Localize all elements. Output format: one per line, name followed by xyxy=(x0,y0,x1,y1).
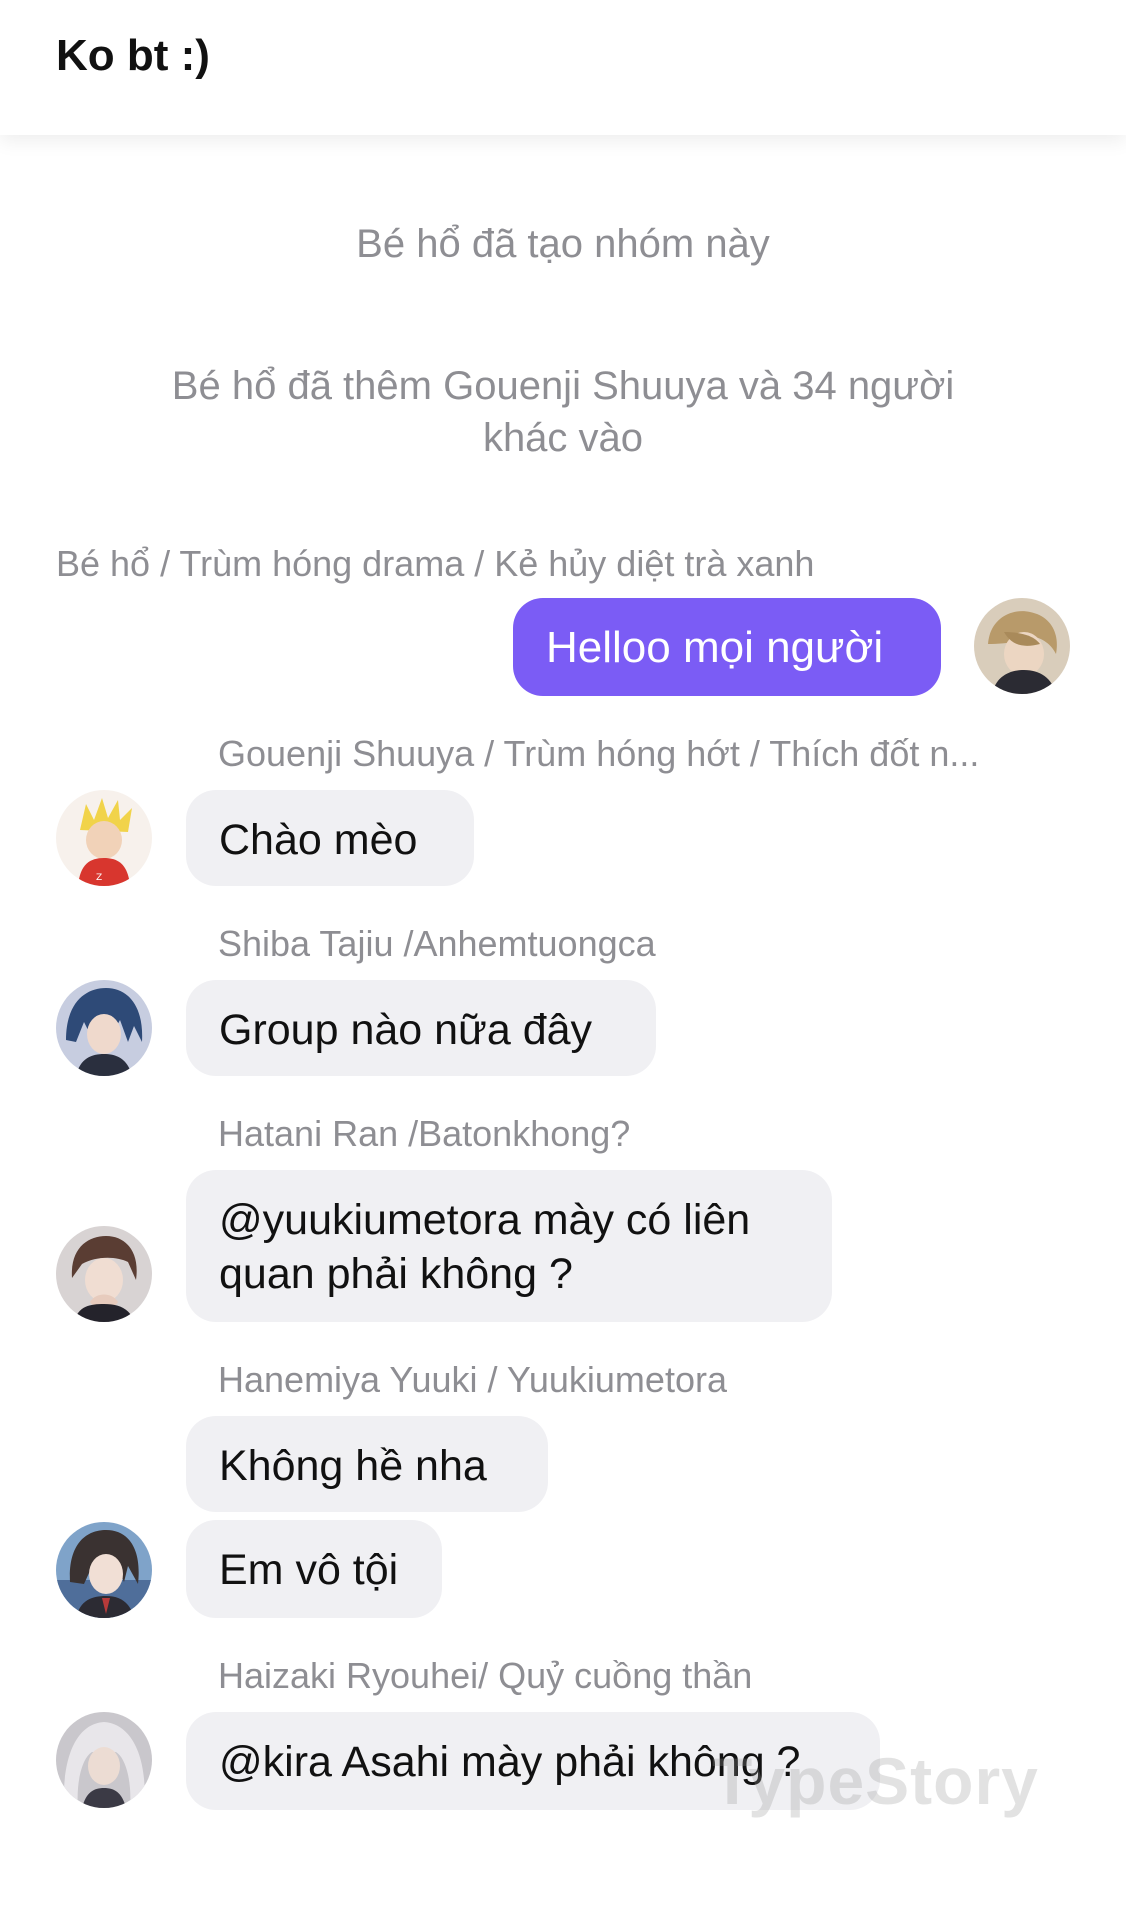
message-bubble-incoming[interactable]: Em vô tội xyxy=(186,1520,442,1618)
user-avatar-icon[interactable]: Z xyxy=(56,790,152,886)
chat-screen: Ko bt :) Bé hổ đã tạo nhóm này Bé hổ đã … xyxy=(0,0,1126,1920)
sender-name: Hatani Ran /Batonkhong? xyxy=(218,1113,631,1154)
user-avatar-icon[interactable] xyxy=(56,980,152,1076)
message-bubble-incoming[interactable]: Chào mèo xyxy=(186,790,474,886)
sender-name: Bé hổ / Trùm hóng drama / Kẻ hủy diệt tr… xyxy=(56,543,815,584)
sender-name: Shiba Tajiu /Anhemtuongca xyxy=(218,923,656,964)
message-bubble-incoming[interactable]: @kira Asahi mày phải không ? xyxy=(186,1712,880,1810)
user-avatar-icon[interactable] xyxy=(56,1226,152,1322)
message-bubble-incoming[interactable]: Group nào nữa đây xyxy=(186,980,656,1076)
sender-name: Hanemiya Yuuki / Yuukiumetora xyxy=(218,1359,727,1400)
sender-name: Gouenji Shuuya / Trùm hóng hớt / Thích đ… xyxy=(218,733,980,774)
group-title[interactable]: Ko bt :) xyxy=(56,28,210,84)
user-avatar-icon[interactable] xyxy=(56,1522,152,1618)
system-message-members-added: Bé hổ đã thêm Gouenji Shuuya và 34 người… xyxy=(171,364,955,460)
system-message-group-created: Bé hổ đã tạo nhóm này xyxy=(356,222,770,266)
chat-header: Ko bt :) xyxy=(0,0,1126,135)
user-avatar-icon[interactable] xyxy=(56,1712,152,1808)
message-bubble-incoming[interactable]: @yuukiumetora mày có liên quan phải khôn… xyxy=(186,1170,832,1322)
svg-text:Z: Z xyxy=(96,873,102,883)
sender-name: Haizaki Ryouhei/ Quỷ cuồng thần xyxy=(218,1655,753,1696)
message-bubble-incoming[interactable]: Không hề nha xyxy=(186,1416,548,1512)
user-avatar-icon[interactable] xyxy=(974,598,1070,694)
message-bubble-outgoing[interactable]: Helloo mọi người xyxy=(513,598,941,696)
